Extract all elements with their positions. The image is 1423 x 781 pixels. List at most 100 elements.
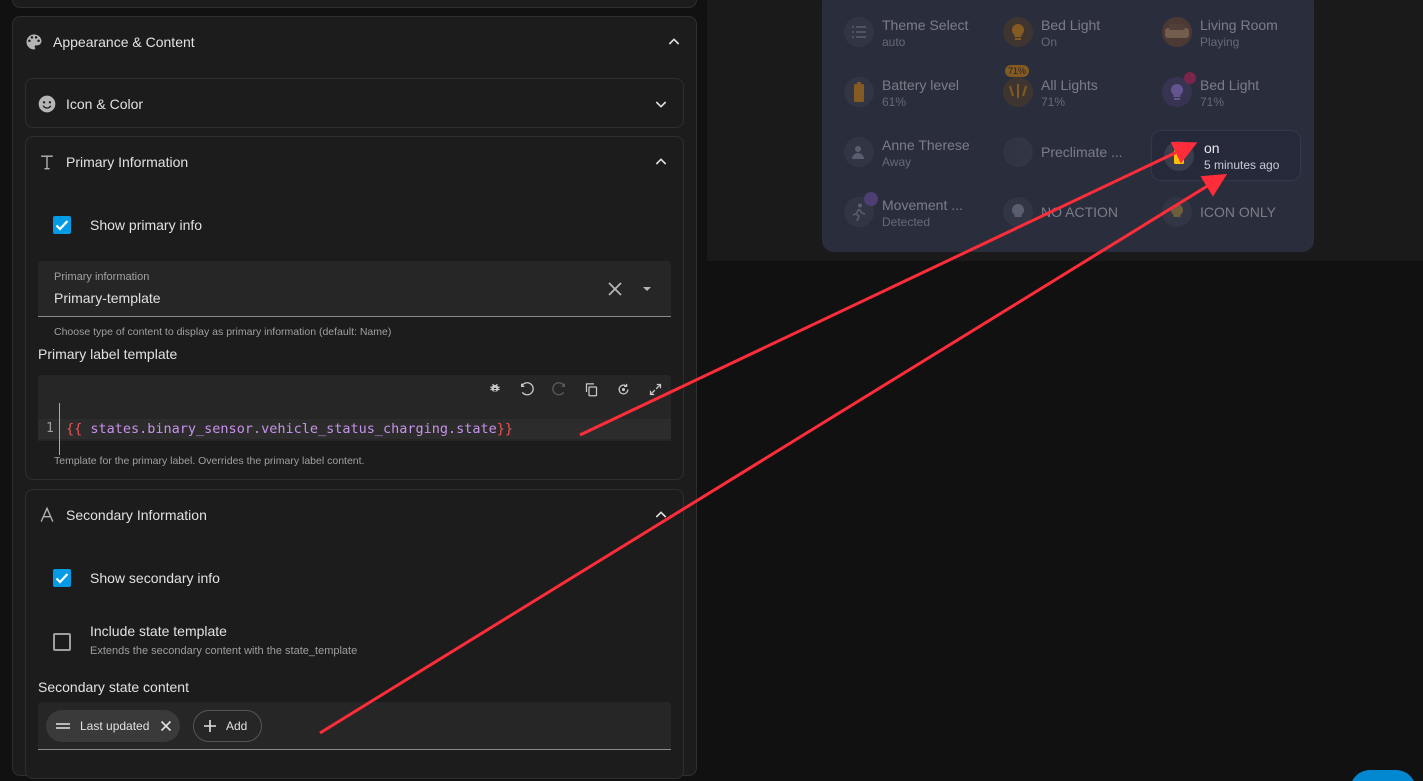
lights-group-icon xyxy=(1003,77,1033,107)
tile-anne-therese[interactable]: Anne Therese Away xyxy=(834,128,984,176)
chevron-down-icon[interactable] xyxy=(653,96,669,112)
code-close-brace: }} xyxy=(496,421,514,437)
smiley-icon xyxy=(36,93,58,115)
chevron-up-icon[interactable] xyxy=(653,507,669,523)
primary-info-panel: Primary Information Show primary info Pr… xyxy=(25,136,684,480)
line-number: 1 xyxy=(46,421,54,436)
tile-living-room[interactable]: Living Room Playing xyxy=(1152,8,1302,56)
tile-name: Battery level xyxy=(882,77,960,93)
primary-template-editor[interactable]: 1 {{ states.binary_sensor.vehicle_status… xyxy=(38,375,671,455)
bulb-icon xyxy=(1162,197,1192,227)
chip-label: Last updated xyxy=(80,719,150,733)
fullscreen-icon[interactable] xyxy=(645,379,665,399)
show-primary-label: Show primary info xyxy=(90,217,203,233)
album-art-icon xyxy=(1162,17,1192,47)
tile-state: auto xyxy=(882,35,906,49)
bulb-icon xyxy=(1003,17,1033,47)
tile-state: Playing xyxy=(1200,35,1240,49)
copy-icon[interactable] xyxy=(581,379,601,399)
undo-icon[interactable] xyxy=(517,379,537,399)
checkmark-icon xyxy=(55,573,69,584)
chip-last-updated[interactable]: Last updated xyxy=(46,710,181,742)
code-expression: states.binary_sensor.vehicle_status_char… xyxy=(90,421,497,437)
tile-name: Theme Select xyxy=(882,17,969,33)
tile-name: All Lights xyxy=(1041,77,1098,93)
tile-battery-level[interactable]: Battery level 61% xyxy=(834,68,984,116)
editor-column: Appearance & Content Icon & Color Primar… xyxy=(0,0,707,781)
tile-state: Detected xyxy=(882,215,931,229)
primary-info-title: Primary Information xyxy=(66,154,189,170)
tile-charging-status[interactable]: on 5 minutes ago xyxy=(1151,130,1301,181)
tile-bed-light[interactable]: Bed Light On xyxy=(993,8,1143,56)
include-state-template-label: Include state template xyxy=(90,623,227,639)
tile-no-action[interactable]: NO ACTION xyxy=(993,188,1143,236)
primary-info-helper: Choose type of content to display as pri… xyxy=(54,326,392,338)
code-open-brace: {{ xyxy=(66,421,91,437)
remove-chip-icon[interactable] xyxy=(160,720,172,732)
secondary-info-panel: Secondary Information Show secondary inf… xyxy=(25,489,684,779)
appearance-panel: Appearance & Content Icon & Color Primar… xyxy=(12,16,697,779)
preview-card: Theme Select auto Bed Light On Living Ro… xyxy=(822,0,1314,252)
primary-info-field-label: Primary information xyxy=(54,271,150,283)
tile-all-lights[interactable]: 71% All Lights 71% xyxy=(993,65,1143,116)
tile-state: 71% xyxy=(1200,95,1225,109)
tile-state: 5 minutes ago xyxy=(1204,158,1280,172)
add-chip-button[interactable]: Add xyxy=(193,710,263,742)
climate-icon xyxy=(1003,137,1033,167)
tile-state: On xyxy=(1041,35,1058,49)
chevron-up-icon[interactable] xyxy=(666,34,682,50)
icon-color-header[interactable]: Icon & Color xyxy=(26,79,683,129)
chevron-up-icon[interactable] xyxy=(653,154,669,170)
dropdown-arrow-icon[interactable] xyxy=(641,285,653,293)
save-fab[interactable] xyxy=(1350,770,1416,781)
tile-theme-select[interactable]: Theme Select auto xyxy=(834,8,984,56)
tile-name: Bed Light xyxy=(1200,77,1260,93)
template-code[interactable]: {{ states.binary_sensor.vehicle_status_c… xyxy=(66,421,513,437)
app-root: Appearance & Content Icon & Color Primar… xyxy=(0,0,1423,781)
gutter-divider xyxy=(59,403,60,455)
bulb-icon xyxy=(1003,197,1033,227)
person-away-icon xyxy=(844,137,874,167)
tile-name: NO ACTION xyxy=(1041,204,1119,220)
include-state-template-description: Extends the secondary content with the s… xyxy=(90,645,358,657)
letter-a-icon xyxy=(36,504,58,526)
list-icon xyxy=(844,17,874,47)
location-badge-icon xyxy=(1184,72,1196,84)
secondary-content-chips: Last updated Add xyxy=(38,702,671,750)
tile-preclimate[interactable]: Preclimate ... xyxy=(993,128,1143,176)
add-chip-label: Add xyxy=(226,719,248,733)
tile-movement[interactable]: Movement ... Detected xyxy=(834,188,984,236)
previous-panel-edge xyxy=(12,0,697,8)
tile-name: Movement ... xyxy=(882,197,963,213)
appearance-header[interactable]: Appearance & Content xyxy=(13,17,696,67)
tile-state: 71% xyxy=(1041,95,1066,109)
refresh-search-icon[interactable] xyxy=(613,379,633,399)
secondary-info-title: Secondary Information xyxy=(66,507,207,523)
show-secondary-checkbox[interactable] xyxy=(53,569,71,587)
tile-name: Living Room xyxy=(1200,17,1278,33)
secondary-info-header[interactable]: Secondary Information xyxy=(26,490,683,540)
text-format-icon xyxy=(36,151,58,173)
palette-icon xyxy=(23,31,45,53)
show-secondary-label: Show secondary info xyxy=(90,570,220,586)
motion-badge-icon xyxy=(864,192,878,206)
primary-info-header[interactable]: Primary Information xyxy=(26,137,683,187)
battery-icon xyxy=(844,77,874,107)
drag-handle-icon[interactable] xyxy=(56,721,70,731)
tile-icon-only[interactable]: ICON ONLY xyxy=(1152,188,1302,236)
debug-icon[interactable] xyxy=(485,379,505,399)
primary-info-select[interactable]: Primary information Primary-template xyxy=(38,261,671,317)
code-toolbar xyxy=(485,379,665,399)
plus-icon xyxy=(204,720,216,732)
redo-icon[interactable] xyxy=(549,379,569,399)
icon-color-panel[interactable]: Icon & Color xyxy=(25,78,684,128)
icon-color-title: Icon & Color xyxy=(66,96,144,112)
secondary-content-label: Secondary state content xyxy=(38,679,189,695)
charging-icon xyxy=(1164,141,1194,171)
show-primary-checkbox[interactable] xyxy=(53,216,71,234)
include-state-template-checkbox[interactable] xyxy=(53,633,71,651)
tile-name: Bed Light xyxy=(1041,17,1101,33)
clear-icon[interactable] xyxy=(607,281,623,297)
tile-bed-light-2[interactable]: Bed Light 71% xyxy=(1152,68,1302,116)
tile-name: Preclimate ... xyxy=(1041,144,1123,160)
